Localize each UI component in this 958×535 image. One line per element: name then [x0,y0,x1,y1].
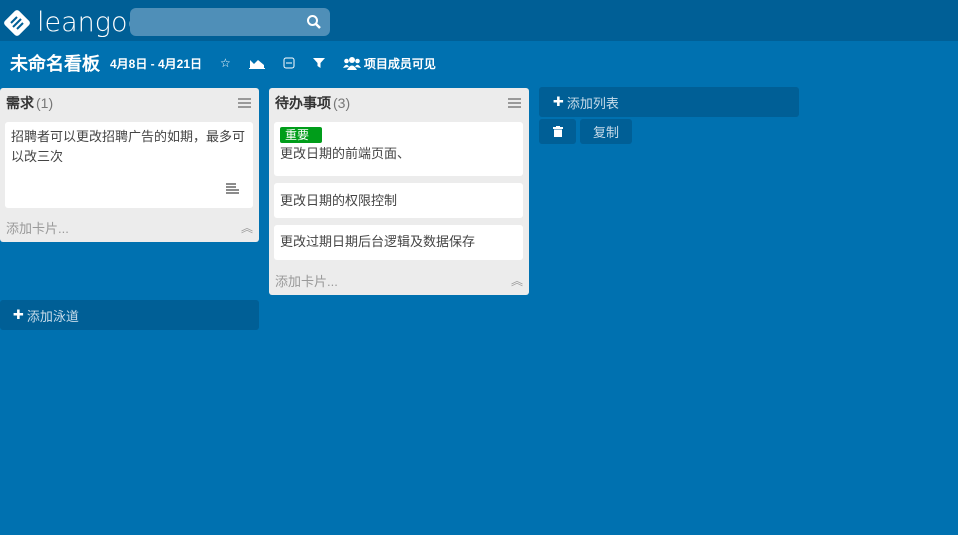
card-label: 重要 [280,127,322,143]
delete-button[interactable] [539,119,576,144]
card[interactable]: 更改过期日期后台逻辑及数据保存 [274,225,523,260]
logo-text: leangoo [37,7,145,38]
plus-icon: ✚ [553,94,564,109]
star-icon[interactable]: ☆ [220,56,231,70]
card[interactable]: 重要 更改日期的前端页面、 [274,122,523,176]
users-icon [342,57,361,70]
collapse-list-icon[interactable]: ︽ [241,219,253,236]
top-bar: leangoo [0,0,958,41]
board-header: 未命名看板 4月8日 - 4月21日 ☆ 项目成员可见 [0,41,958,85]
card-text: 招聘者可以更改招聘广告的如期，最多可以改三次 [11,129,246,164]
leangoo-logo-icon [4,9,30,36]
logo[interactable]: leangoo [2,7,144,38]
list-menu-icon[interactable] [508,98,521,108]
list-menu-icon[interactable] [238,98,251,108]
sprint-dates[interactable]: 4月8日 - 4月21日 [110,55,202,72]
list-title[interactable]: 需求 [6,93,34,113]
trash-icon [552,126,563,137]
description-icon [226,183,239,194]
chart-icon[interactable] [248,57,265,69]
list-count: (3) [333,95,351,111]
card-text: 更改过期日期后台逻辑及数据保存 [280,234,476,249]
add-card-button[interactable]: 添加卡片... [6,218,69,237]
list-todo: 待办事项 (3) 重要 更改日期的前端页面、 更改日期的权限控制 更改过期日期后台… [269,88,529,295]
add-list-label: 添加列表 [566,95,619,111]
copy-button[interactable]: 复制 [580,119,632,144]
add-card-button[interactable]: 添加卡片... [275,271,338,290]
members-label: 项目成员可见 [363,56,436,71]
card[interactable]: 招聘者可以更改招聘广告的如期，最多可以改三次 [5,122,253,208]
filter-icon[interactable] [312,57,325,69]
card[interactable]: 更改日期的权限控制 [274,183,523,218]
collapse-icon[interactable] [283,57,295,69]
plus-icon: ✚ [13,307,24,322]
search-input[interactable] [130,8,330,36]
list-requirements: 需求 (1) 招聘者可以更改招聘广告的如期，最多可以改三次 添加卡片... ︽ [0,88,259,242]
list-title[interactable]: 待办事项 [275,93,331,113]
add-list-button[interactable]: ✚ 添加列表 [539,87,799,117]
card-text: 更改日期的前端页面、 [280,146,411,161]
members-visibility[interactable]: 项目成员可见 [342,55,436,72]
search-icon[interactable] [306,14,322,30]
board-title[interactable]: 未命名看板 [10,50,100,76]
collapse-list-icon[interactable]: ︽ [511,272,523,289]
add-lane-label: 添加泳道 [26,308,79,324]
add-lane-button[interactable]: ✚ 添加泳道 [0,300,259,330]
list-count: (1) [36,95,54,111]
card-text: 更改日期的权限控制 [280,193,398,208]
copy-label: 复制 [592,125,619,140]
